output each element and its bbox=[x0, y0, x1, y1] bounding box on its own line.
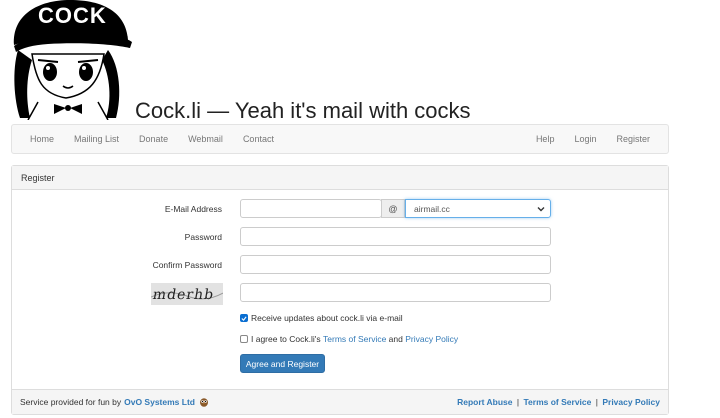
agree-tos-link[interactable]: Terms of Service bbox=[323, 334, 386, 344]
agree-privacy-link[interactable]: Privacy Policy bbox=[405, 334, 458, 344]
agree-register-button[interactable]: Agree and Register bbox=[240, 354, 325, 373]
nav-donate[interactable]: Donate bbox=[129, 134, 178, 144]
panel-heading: Register bbox=[12, 166, 668, 190]
footer-provided: Service provided for fun by OvO Systems … bbox=[20, 397, 209, 407]
footer-privacy-link[interactable]: Privacy Policy bbox=[602, 397, 660, 407]
agree-prefix: I agree to Cock.li's bbox=[251, 334, 324, 344]
register-panel: Register E-Mail Address @ airmail.cc Pas… bbox=[11, 165, 669, 415]
email-label: E-Mail Address bbox=[164, 204, 222, 214]
nav-left: Home Mailing List Donate Webmail Contact bbox=[20, 125, 284, 153]
at-addon: @ bbox=[381, 199, 405, 218]
confirm-password-label: Confirm Password bbox=[152, 260, 222, 270]
nav-mailing-list[interactable]: Mailing List bbox=[64, 134, 129, 144]
report-abuse-link[interactable]: Report Abuse bbox=[457, 397, 512, 407]
updates-row: Receive updates about cock.li via e-mail bbox=[240, 313, 403, 323]
panel-footer: Service provided for fun by OvO Systems … bbox=[12, 389, 668, 414]
captcha-image: mderhb bbox=[151, 283, 223, 305]
check-icon bbox=[241, 315, 247, 321]
agree-checkbox[interactable] bbox=[240, 335, 248, 343]
footer-sep-1: | bbox=[516, 397, 520, 407]
chevron-down-icon bbox=[537, 207, 545, 212]
password-input[interactable] bbox=[240, 227, 551, 246]
email-input[interactable] bbox=[240, 199, 382, 218]
domain-select[interactable]: airmail.cc bbox=[405, 199, 551, 218]
logo-text: COCK bbox=[38, 3, 107, 28]
nav-contact[interactable]: Contact bbox=[233, 134, 284, 144]
footer-company-link[interactable]: OvO Systems Ltd bbox=[124, 397, 195, 407]
confirm-password-input[interactable] bbox=[240, 255, 551, 274]
owl-icon bbox=[199, 398, 208, 407]
nav-help[interactable]: Help bbox=[526, 134, 565, 144]
captcha-graphic: mderhb bbox=[151, 283, 223, 305]
footer-links: Report Abuse | Terms of Service | Privac… bbox=[457, 397, 660, 407]
password-label: Password bbox=[184, 232, 222, 242]
nav-right: Help Login Register bbox=[526, 125, 660, 153]
domain-selected: airmail.cc bbox=[414, 203, 450, 214]
agree-row: I agree to Cock.li's Terms of Service an… bbox=[240, 334, 458, 344]
navbar: Home Mailing List Donate Webmail Contact… bbox=[11, 124, 669, 154]
page-title: Cock.li — Yeah it's mail with cocks bbox=[135, 98, 471, 123]
nav-register[interactable]: Register bbox=[606, 134, 660, 144]
nav-login[interactable]: Login bbox=[564, 134, 606, 144]
footer-sep-2: | bbox=[595, 397, 598, 407]
captcha-text: mderhb bbox=[151, 287, 215, 303]
captcha-input[interactable] bbox=[240, 283, 551, 302]
agree-and: and bbox=[386, 334, 406, 344]
footer-provided-text: Service provided for fun by bbox=[20, 397, 122, 407]
mascot-logo: COCK bbox=[13, 0, 132, 120]
footer-terms-link[interactable]: Terms of Service bbox=[523, 397, 591, 407]
updates-label: Receive updates about cock.li via e-mail bbox=[251, 313, 403, 323]
nav-home[interactable]: Home bbox=[20, 134, 64, 144]
updates-checkbox[interactable] bbox=[240, 314, 248, 322]
nav-webmail[interactable]: Webmail bbox=[178, 134, 233, 144]
